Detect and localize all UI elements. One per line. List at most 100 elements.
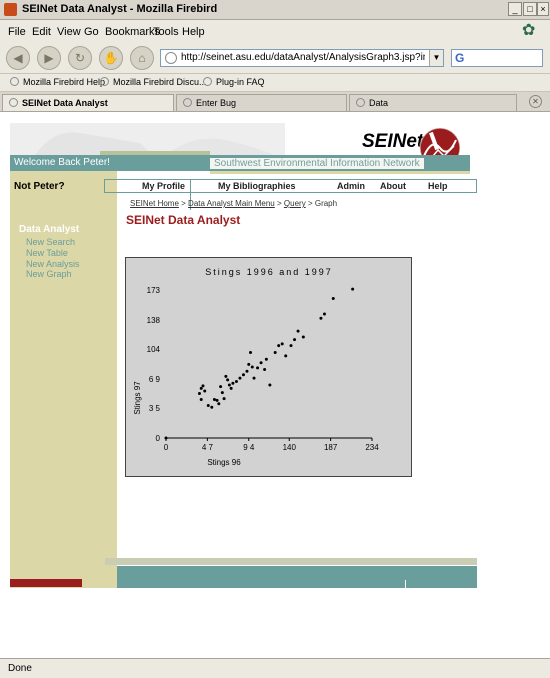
- data-point: [322, 312, 326, 316]
- reload-button[interactable]: ↻: [68, 46, 92, 70]
- bookmark-item[interactable]: Plug-in FAQ: [203, 77, 265, 87]
- data-point: [229, 386, 233, 390]
- data-point: [319, 316, 323, 320]
- data-point: [252, 376, 256, 380]
- data-point: [212, 398, 216, 402]
- data-point: [296, 329, 300, 333]
- sidebar-link-new-graph[interactable]: New Graph: [26, 269, 72, 279]
- organization-name: Southwest Environmental Information Netw…: [210, 158, 424, 169]
- menu-go[interactable]: Go: [84, 26, 99, 38]
- minimize-button[interactable]: _: [508, 2, 522, 16]
- tab-bar: SEINet Data Analyst Enter Bug Data ✕: [0, 92, 550, 112]
- data-point: [224, 374, 228, 378]
- home-button[interactable]: ⌂: [130, 46, 154, 70]
- tab-enter-bug[interactable]: Enter Bug: [176, 94, 347, 111]
- forward-button[interactable]: ▶: [37, 46, 61, 70]
- close-button[interactable]: ×: [537, 2, 549, 16]
- sidebar-link-new-table[interactable]: New Table: [26, 248, 68, 258]
- window-title-bar: SEINet Data Analyst - Mozilla Firebird _…: [0, 0, 550, 20]
- bookmark-item[interactable]: Mozilla Firebird Help: [10, 77, 105, 87]
- breadcrumb-separator: >: [181, 199, 186, 208]
- data-point: [268, 383, 272, 387]
- y-axis-label: Stings 97: [133, 381, 142, 415]
- data-point: [197, 392, 201, 396]
- menu-bar: File Edit View Go Bookmarks Tools Help ✿: [0, 20, 550, 42]
- data-point: [259, 361, 263, 365]
- data-point: [217, 402, 221, 406]
- data-point: [219, 385, 223, 389]
- site-nav: My Profile My Bibliographies Admin About…: [104, 179, 477, 210]
- search-box[interactable]: G: [451, 49, 543, 67]
- menu-bookmarks[interactable]: Bookmarks: [105, 26, 160, 38]
- breadcrumb-home[interactable]: SEINet Home: [130, 199, 179, 208]
- data-point: [273, 350, 277, 354]
- data-point: [280, 342, 284, 346]
- bookmark-label: Mozilla Firebird Discu...: [113, 77, 207, 87]
- data-point: [277, 344, 281, 348]
- data-point: [256, 366, 260, 370]
- footer-bar: [117, 566, 477, 588]
- menu-view[interactable]: View: [57, 26, 81, 38]
- data-point: [226, 378, 230, 382]
- nav-admin[interactable]: Admin: [337, 181, 365, 191]
- page-content: SEINet Welcome Back Peter! Southwest Env…: [0, 113, 550, 658]
- bookmark-label: Plug-in FAQ: [216, 77, 265, 87]
- x-tick-label: 140: [283, 443, 297, 452]
- data-point: [201, 384, 205, 388]
- breadcrumb-separator: >: [277, 199, 282, 208]
- data-point: [231, 381, 235, 385]
- data-point: [220, 391, 224, 395]
- breadcrumb: SEINet Home > Data Analyst Main Menu > Q…: [130, 199, 337, 208]
- data-point: [210, 405, 214, 409]
- data-point: [199, 386, 203, 390]
- seinet-logo[interactable]: SEINet: [362, 131, 423, 153]
- tab-seinet-data-analyst[interactable]: SEINet Data Analyst: [2, 94, 174, 111]
- tab-data[interactable]: Data: [349, 94, 517, 111]
- firebird-app-icon: [4, 3, 17, 16]
- sidebar-link-new-analysis[interactable]: New Analysis: [26, 259, 80, 269]
- header-stripe: [210, 171, 470, 174]
- x-axis-label: Stings 96: [207, 458, 241, 467]
- menu-tools[interactable]: Tools: [153, 26, 179, 38]
- scatter-chart: Stings 1996 and 1997 0 4 7 9 4 140 187 234 0 3 5…: [133, 267, 379, 467]
- nav-about[interactable]: About: [380, 181, 406, 191]
- url-dropdown-icon[interactable]: ▼: [429, 50, 443, 66]
- data-point: [331, 297, 335, 301]
- data-point: [351, 287, 355, 291]
- x-tick-label: 187: [324, 443, 338, 452]
- breadcrumb-query[interactable]: Query: [284, 199, 306, 208]
- menu-file[interactable]: File: [8, 26, 26, 38]
- data-point: [241, 373, 245, 377]
- tab-page-icon: [183, 98, 192, 107]
- bookmark-label: Mozilla Firebird Help: [23, 77, 106, 87]
- tab-label: Data: [369, 98, 389, 108]
- breadcrumb-main-menu[interactable]: Data Analyst Main Menu: [188, 199, 275, 208]
- bookmark-icon: [203, 77, 212, 86]
- nav-my-bibliographies[interactable]: My Bibliographies: [218, 181, 296, 191]
- sidebar-link-new-search[interactable]: New Search: [26, 237, 75, 247]
- tab-page-icon: [356, 98, 365, 107]
- close-tab-icon[interactable]: ✕: [529, 95, 542, 108]
- data-point: [227, 383, 231, 387]
- back-button[interactable]: ◀: [6, 46, 30, 70]
- nav-my-profile[interactable]: My Profile: [142, 181, 185, 191]
- navigation-toolbar: ◀ ▶ ↻ ✋ ⌂ http://seinet.asu.edu/dataAnal…: [0, 42, 550, 74]
- breadcrumb-current: Graph: [314, 199, 338, 208]
- url-text[interactable]: http://seinet.asu.edu/dataAnalyst/Analys…: [181, 52, 425, 63]
- data-point: [250, 365, 254, 369]
- data-point: [247, 362, 251, 366]
- nav-help[interactable]: Help: [428, 181, 448, 191]
- data-point: [293, 338, 297, 342]
- menu-edit[interactable]: Edit: [32, 26, 51, 38]
- maximize-button[interactable]: □: [523, 2, 537, 16]
- not-user-link[interactable]: Not Peter?: [14, 181, 65, 192]
- menu-help[interactable]: Help: [182, 26, 205, 38]
- url-bar[interactable]: http://seinet.asu.edu/dataAnalyst/Analys…: [160, 49, 444, 67]
- stop-button[interactable]: ✋: [99, 46, 123, 70]
- data-point: [222, 397, 226, 401]
- breadcrumb-separator: >: [307, 199, 313, 208]
- data-point: [263, 368, 267, 372]
- bookmark-item[interactable]: Mozilla Firebird Discu...: [100, 77, 207, 87]
- y-tick-label: 3 5: [149, 404, 161, 413]
- bookmark-icon: [100, 77, 109, 86]
